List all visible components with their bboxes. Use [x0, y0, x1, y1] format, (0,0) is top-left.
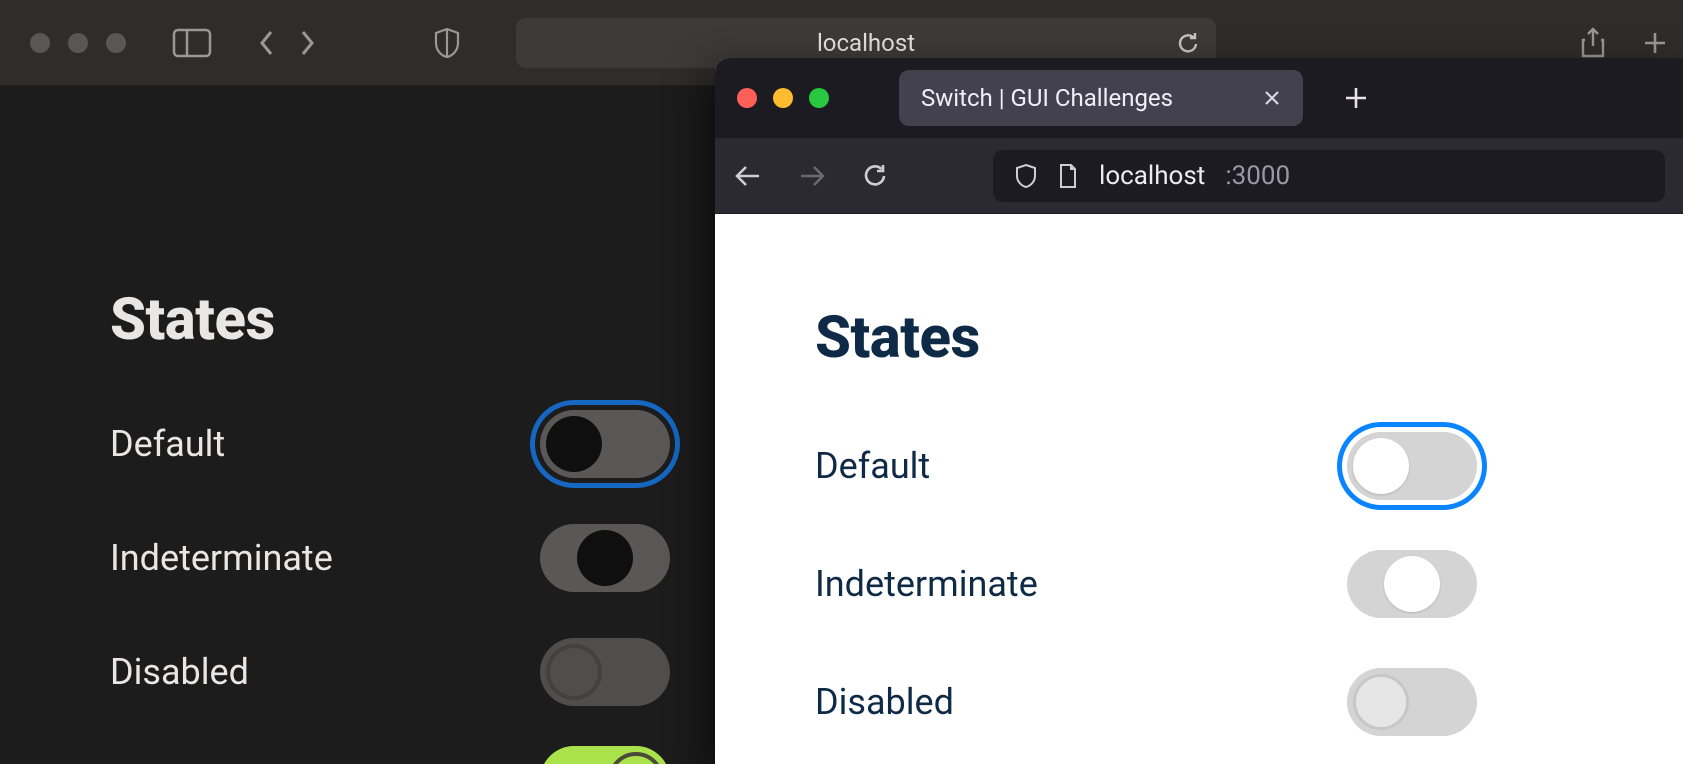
firefox-toolbar: localhost :3000	[715, 138, 1683, 214]
firefox-maximize-button[interactable]	[809, 88, 829, 108]
page-icon	[1057, 163, 1079, 189]
firefox-titlebar: Switch | GUI Challenges	[715, 58, 1683, 138]
switch-thumb	[546, 416, 602, 472]
switch-default[interactable]	[1347, 432, 1477, 500]
state-label: Disabled	[815, 681, 954, 723]
firefox-nav	[733, 162, 889, 190]
firefox-minimize-button[interactable]	[773, 88, 793, 108]
browser-tab[interactable]: Switch | GUI Challenges	[899, 70, 1303, 126]
forward-button	[797, 162, 827, 190]
switch-thumb	[1384, 556, 1440, 612]
new-tab-icon[interactable]	[1641, 29, 1669, 57]
switch-default[interactable]	[540, 410, 670, 478]
state-label: Disabled	[110, 651, 249, 693]
switch-disabled	[1347, 668, 1477, 736]
state-label: Default	[110, 423, 225, 465]
safari-minimize-button[interactable]	[68, 33, 88, 53]
switch-thumb	[577, 530, 633, 586]
safari-traffic-lights	[30, 33, 126, 53]
state-row-default: Default	[110, 410, 670, 478]
reload-button[interactable]	[861, 162, 889, 190]
tab-close-icon[interactable]	[1263, 89, 1281, 107]
new-tab-button[interactable]	[1343, 85, 1369, 111]
state-row-indeterminate: Indeterminate	[815, 550, 1477, 618]
address-host: localhost	[1099, 161, 1205, 191]
safari-right-actions	[1579, 26, 1669, 60]
switch-thumb	[1353, 438, 1409, 494]
privacy-shield-icon[interactable]	[434, 27, 460, 59]
tab-title: Switch | GUI Challenges	[921, 84, 1173, 112]
state-row-default: Default	[815, 432, 1477, 500]
tracking-shield-icon[interactable]	[1015, 163, 1037, 189]
reload-icon[interactable]	[1176, 30, 1200, 56]
share-icon[interactable]	[1579, 26, 1607, 60]
state-row-checked	[110, 746, 670, 764]
state-label: Indeterminate	[110, 537, 333, 579]
safari-maximize-button[interactable]	[106, 33, 126, 53]
address-port: :3000	[1225, 161, 1290, 191]
safari-address-text: localhost	[817, 29, 915, 57]
back-button[interactable]	[733, 162, 763, 190]
switch-indeterminate[interactable]	[1347, 550, 1477, 618]
firefox-window: Switch | GUI Challenges	[715, 58, 1683, 764]
state-label: Default	[815, 445, 930, 487]
state-row-disabled: Disabled	[110, 638, 670, 706]
state-row-indeterminate: Indeterminate	[110, 524, 670, 592]
switch-thumb	[546, 644, 602, 700]
safari-close-button[interactable]	[30, 33, 50, 53]
back-button[interactable]	[256, 28, 278, 58]
firefox-address-bar[interactable]: localhost :3000	[993, 150, 1665, 202]
firefox-traffic-lights	[737, 88, 829, 108]
state-row-disabled: Disabled	[815, 668, 1477, 736]
state-label: Indeterminate	[815, 563, 1038, 605]
safari-nav-buttons	[256, 28, 318, 58]
firefox-page-content: States Default Indeterminate Disabled	[715, 214, 1683, 736]
toggle-wrap	[540, 410, 670, 478]
firefox-close-button[interactable]	[737, 88, 757, 108]
page-heading: States	[815, 304, 1683, 372]
switch-indeterminate[interactable]	[540, 524, 670, 592]
switch-checked	[540, 746, 670, 764]
switch-disabled	[540, 638, 670, 706]
toggle-wrap	[1347, 432, 1477, 500]
switch-thumb	[608, 752, 664, 764]
switch-thumb	[1353, 674, 1409, 730]
forward-button[interactable]	[296, 28, 318, 58]
sidebar-toggle-button[interactable]	[172, 28, 212, 58]
